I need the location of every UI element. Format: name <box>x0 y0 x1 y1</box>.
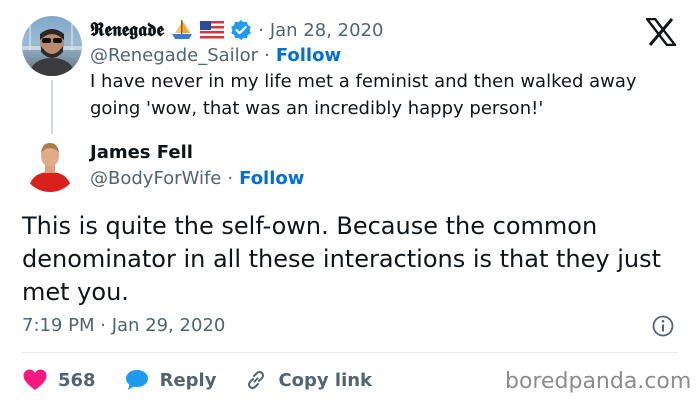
original-display-name[interactable]: 𝕽𝖊𝖓𝖊𝖌𝖆𝖉𝖊 <box>90 19 164 41</box>
action-bar: 568 Reply Copy link <box>22 366 400 394</box>
info-icon[interactable] <box>652 315 674 337</box>
us-flag-icon <box>200 21 225 39</box>
tweet-time[interactable]: 7:19 PM <box>22 315 95 336</box>
original-author-avatar[interactable] <box>22 16 82 76</box>
verified-badge-icon <box>231 20 251 40</box>
like-count: 568 <box>58 369 96 391</box>
thread-connector-line <box>51 80 53 134</box>
tweet-date[interactable]: Jan 29, 2020 <box>112 315 226 336</box>
sailboat-icon <box>172 20 193 39</box>
reply-tweet-text: This is quite the self-own. Because the … <box>22 212 662 306</box>
separator-dot: · <box>258 19 264 41</box>
copy-link-button[interactable]: Copy link <box>244 368 372 392</box>
reply-handle[interactable]: @BodyForWife <box>90 168 221 189</box>
watermark: boredpanda.com <box>505 369 692 394</box>
reply-label: Reply <box>159 369 217 391</box>
follow-reply-button[interactable]: Follow <box>239 168 304 189</box>
tweet-timestamp[interactable]: 7:19 PM · Jan 29, 2020 <box>22 315 225 336</box>
x-logo-icon <box>646 18 676 46</box>
reply-bubble-icon <box>125 370 148 390</box>
divider <box>22 352 678 353</box>
original-handle[interactable]: @Renegade_Sailor <box>90 45 258 66</box>
reply-author-avatar[interactable] <box>22 136 78 192</box>
link-icon <box>248 370 265 390</box>
original-tweet-text: I have never in my life met a feminist a… <box>90 71 637 119</box>
separator-dot: · <box>264 44 270 66</box>
reply-display-name[interactable]: James Fell <box>90 142 193 163</box>
reply-button[interactable]: Reply <box>124 368 217 392</box>
original-date[interactable]: Jan 28, 2020 <box>270 20 384 41</box>
like-button[interactable]: 568 <box>22 368 96 392</box>
follow-original-button[interactable]: Follow <box>276 45 341 66</box>
copy-link-label: Copy link <box>278 369 373 391</box>
heart-icon <box>23 369 47 390</box>
separator-dot: · <box>100 315 112 336</box>
separator-dot: · <box>227 167 234 189</box>
